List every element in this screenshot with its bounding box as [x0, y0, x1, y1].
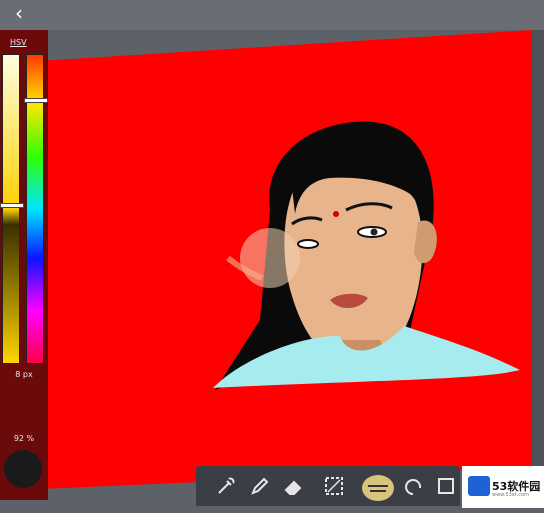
eraser-tool[interactable]: [282, 474, 306, 498]
back-button[interactable]: ‹: [8, 2, 30, 24]
right-edge-strip: [530, 30, 544, 490]
color-panel: HSV 8 px 92 %: [0, 30, 48, 500]
drawing-canvas[interactable]: [20, 30, 532, 490]
color-mode-label[interactable]: HSV: [10, 38, 27, 47]
site-watermark: 53软件园 www.53xt.com: [462, 466, 544, 508]
eyedropper-icon: [218, 477, 235, 494]
pencil-tool[interactable]: [248, 474, 272, 498]
smudge-icon: [362, 475, 394, 501]
eraser-icon: [284, 480, 302, 495]
brush-size-label: 8 px: [15, 370, 33, 379]
top-bar: ‹: [0, 0, 544, 30]
watermark-url: www.53xt.com: [492, 492, 529, 498]
current-color-swatch[interactable]: [4, 450, 42, 488]
bottom-toolbar: [196, 466, 460, 506]
hue-slider-thumb[interactable]: [24, 98, 48, 103]
eyedropper-tool[interactable]: [214, 474, 238, 498]
layers-tool[interactable]: [434, 474, 458, 498]
pencil-icon: [251, 477, 269, 495]
value-slider-thumb[interactable]: [0, 203, 24, 208]
selection-tool[interactable]: [322, 474, 346, 498]
selection-icon: [325, 477, 343, 495]
hue-slider[interactable]: [24, 54, 48, 364]
opacity-label: 92 %: [13, 434, 35, 443]
smudge-tool[interactable]: [360, 468, 396, 501]
chevron-left-icon: ‹: [15, 1, 23, 25]
undo-tool[interactable]: [402, 474, 426, 498]
watermark-logo-icon: [468, 476, 490, 496]
layers-icon: [438, 478, 454, 494]
value-slider[interactable]: [0, 54, 24, 364]
undo-icon: [405, 479, 422, 495]
